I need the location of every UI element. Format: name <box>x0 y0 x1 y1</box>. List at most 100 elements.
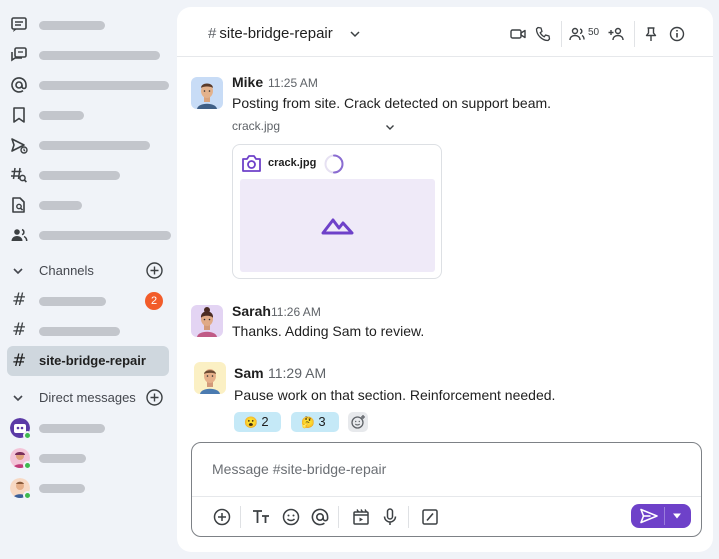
video-call-icon[interactable] <box>510 26 526 42</box>
chevron-down-icon <box>13 268 23 275</box>
composer-divider <box>192 496 701 497</box>
nav-browse-channels[interactable] <box>0 160 177 190</box>
dm-section-header[interactable]: Direct messages <box>0 385 177 411</box>
attachment-card-name: crack.jpg <box>268 157 317 169</box>
video-clip-icon[interactable] <box>351 507 371 527</box>
chevron-down-icon[interactable] <box>349 28 361 40</box>
dm-item[interactable] <box>0 413 177 443</box>
reaction-count: 2 <box>261 414 269 429</box>
channel-name-placeholder <box>39 297 106 306</box>
add-channel-icon[interactable] <box>146 262 163 279</box>
image-attachment-card[interactable]: crack.jpg <box>232 144 442 279</box>
attachment-filename: crack.jpg <box>232 119 281 133</box>
threads-icon <box>11 17 27 32</box>
send-icon <box>640 508 658 524</box>
people-icon <box>11 228 28 242</box>
pin-icon[interactable] <box>643 26 659 42</box>
online-status-dot <box>23 491 32 500</box>
image-preview[interactable] <box>240 179 435 272</box>
avatar <box>194 362 226 394</box>
nav-chats[interactable] <box>0 40 177 70</box>
hash-icon: # <box>12 320 27 340</box>
add-dm-icon[interactable] <box>146 389 163 406</box>
text-format-icon[interactable] <box>251 507 271 527</box>
file-search-icon <box>12 197 25 213</box>
chat-bubbles-icon <box>11 47 27 62</box>
bookmark-icon <box>13 107 25 123</box>
slash-command-icon[interactable] <box>420 507 440 527</box>
chevron-down-icon <box>13 395 23 402</box>
toolbar-divider <box>240 506 241 528</box>
dm-item[interactable] <box>0 443 177 473</box>
message-text: Thanks. Adding Sam to review. <box>232 323 425 339</box>
message-input[interactable] <box>192 443 701 495</box>
channels-section-header[interactable]: Channels <box>0 258 177 284</box>
members-icon[interactable] <box>569 26 585 42</box>
send-button[interactable] <box>631 504 691 528</box>
microphone-icon[interactable] <box>380 507 400 527</box>
nav-label-placeholder <box>39 21 105 30</box>
message-author[interactable]: Sam <box>234 365 264 381</box>
reaction-chip[interactable]: 🤔 3 <box>291 412 339 432</box>
channel-item-active[interactable]: # site-bridge-repair <box>7 346 169 376</box>
mentions-icon <box>11 77 27 93</box>
camera-icon <box>242 155 261 172</box>
dm-name-placeholder <box>39 424 105 433</box>
phone-icon[interactable] <box>535 26 551 42</box>
nav-threads[interactable] <box>0 10 177 40</box>
add-attachment-icon[interactable] <box>212 507 232 527</box>
channels-section-label: Channels <box>39 263 94 278</box>
dm-item[interactable] <box>0 473 177 503</box>
reaction-emoji: 🤔 <box>301 417 315 429</box>
nav-saved[interactable] <box>0 100 177 130</box>
channel-title-name: site-bridge-repair <box>219 25 333 42</box>
message-author[interactable]: Sarah <box>232 303 271 319</box>
nav-label-placeholder <box>39 231 171 240</box>
hash-icon: # <box>12 351 27 371</box>
loading-spinner-icon <box>324 154 344 174</box>
reaction-chip[interactable]: 😮 2 <box>234 412 281 432</box>
add-emoji-icon <box>351 415 365 429</box>
channel-name: site-bridge-repair <box>39 353 146 368</box>
avatar <box>191 77 223 109</box>
chevron-down-icon[interactable] <box>385 122 395 132</box>
nav-files[interactable] <box>0 190 177 220</box>
unread-badge: 2 <box>145 292 163 310</box>
image-placeholder-icon <box>321 218 354 235</box>
channel-item[interactable]: # 2 <box>0 286 177 316</box>
channel-item[interactable]: # <box>0 316 177 346</box>
toolbar-divider <box>338 506 339 528</box>
reaction-count: 3 <box>318 414 326 429</box>
chat-panel: # site-bridge-repair 50 Mike 11:25 AM Po… <box>177 7 713 552</box>
dm-name-placeholder <box>39 454 86 463</box>
online-status-dot <box>23 431 32 440</box>
channel-title[interactable]: # site-bridge-repair <box>208 25 333 42</box>
nav-label-placeholder <box>39 141 150 150</box>
info-icon[interactable] <box>669 26 685 42</box>
mention-icon[interactable] <box>310 507 330 527</box>
nav-drafts[interactable] <box>0 130 177 160</box>
nav-people[interactable] <box>0 220 177 250</box>
hash-icon: # <box>12 290 27 310</box>
nav-label-placeholder <box>39 51 160 60</box>
sidebar: Channels # 2 # # site-bridge-repair Dire… <box>0 0 177 559</box>
emoji-icon[interactable] <box>281 507 301 527</box>
search-channels-icon <box>11 167 27 183</box>
channel-hash: # <box>208 25 217 42</box>
caret-down-icon[interactable] <box>672 512 682 520</box>
add-member-icon[interactable] <box>608 26 624 42</box>
nav-mentions[interactable] <box>0 70 177 100</box>
message-text: Pause work on that section. Reinforcemen… <box>234 387 556 403</box>
member-count[interactable]: 50 <box>588 27 599 38</box>
dm-name-placeholder <box>39 484 85 493</box>
add-reaction-button[interactable] <box>348 412 368 432</box>
online-status-dot <box>23 461 32 470</box>
toolbar-divider <box>408 506 409 528</box>
message-author[interactable]: Mike <box>232 74 263 90</box>
message-text: Posting from site. Crack detected on sup… <box>232 95 552 111</box>
message-composer <box>191 442 702 537</box>
header-divider <box>561 21 562 47</box>
avatar <box>191 305 223 337</box>
reaction-emoji: 😮 <box>244 417 258 429</box>
nav-label-placeholder <box>39 81 169 90</box>
